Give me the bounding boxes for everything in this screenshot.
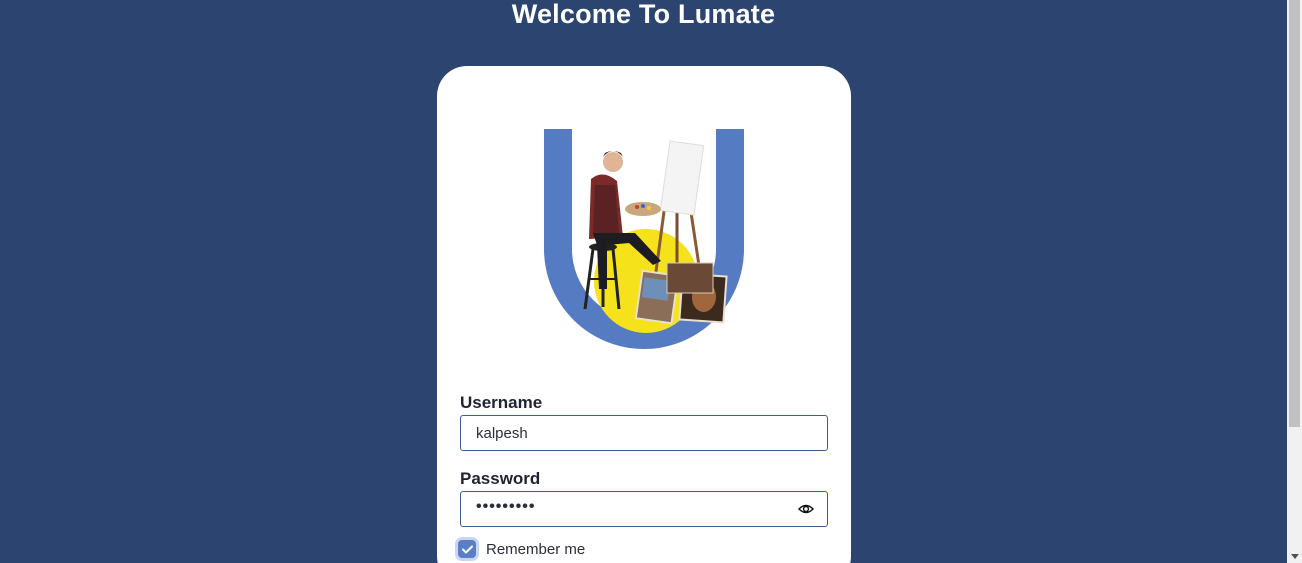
password-label: Password [460, 469, 541, 488]
scroll-down-arrow-icon[interactable] [1291, 554, 1299, 559]
login-card: Username kalpesh Password ••••••••• Reme… [437, 66, 851, 563]
check-icon [461, 545, 473, 553]
remember-me-row: Remember me [458, 540, 585, 558]
eye-icon[interactable] [798, 502, 814, 516]
username-value: kalpesh [476, 425, 528, 442]
username-input[interactable]: kalpesh [460, 415, 828, 451]
lumate-logo-icon [544, 129, 744, 349]
login-page: Welcome To Lumate Username kalpesh Passw… [0, 0, 1302, 563]
remember-me-checkbox[interactable] [458, 540, 476, 558]
vertical-scrollbar[interactable] [1287, 0, 1302, 563]
scrollbar-thumb[interactable] [1289, 0, 1300, 427]
remember-me-label: Remember me [486, 540, 586, 558]
password-input[interactable]: ••••••••• [460, 491, 828, 527]
password-value: ••••••••• [476, 498, 536, 515]
page-title: Welcome To Lumate [511, 0, 776, 29]
username-label: Username [460, 393, 543, 412]
